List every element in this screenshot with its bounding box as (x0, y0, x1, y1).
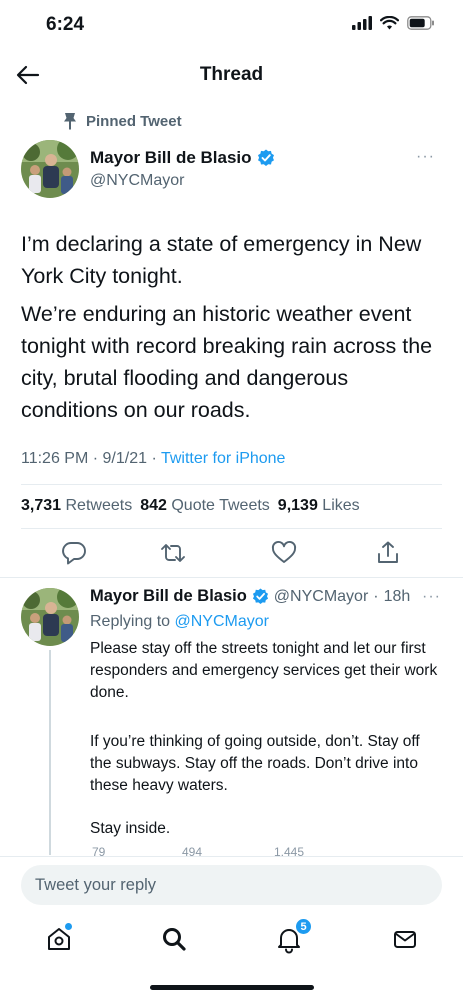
author-name[interactable]: Mayor Bill de Blasio (90, 587, 247, 606)
verified-badge-icon (257, 149, 274, 166)
tweet-stats: 3,731 Retweets 842 Quote Tweets 9,139 Li… (21, 497, 360, 515)
tweet-time[interactable]: 11:26 PM (21, 450, 88, 467)
like-count[interactable]: 1,445 (274, 846, 304, 856)
nav-bar: Thread (0, 52, 463, 98)
retweet-icon[interactable] (160, 540, 186, 566)
status-time: 6:24 (46, 14, 85, 35)
wifi-icon (380, 16, 399, 30)
avatar-photo (21, 140, 79, 198)
page-title: Thread (199, 64, 264, 85)
tab-home[interactable] (44, 923, 74, 954)
divider (21, 484, 442, 485)
reply-author[interactable]: Mayor Bill de Blasio @NYCMayor · 18h (90, 587, 417, 606)
author-handle[interactable]: @NYCMayor (90, 172, 275, 190)
retweet-count[interactable]: 494 (182, 846, 202, 856)
home-indicator (150, 985, 314, 990)
tweet-date[interactable]: 9/1/21 (103, 450, 147, 467)
reply-text-paragraph: If you’re thinking of going outside, don… (90, 733, 420, 794)
reply-text-paragraph: Stay inside. (90, 820, 171, 837)
tweet-text-paragraph: We’re enduring an historic weather event… (21, 302, 433, 422)
reply-count[interactable]: 79 (92, 846, 105, 856)
tweet-actions (0, 540, 463, 566)
tweet-meta: 11:26 PM · 9/1/21 · Twitter for iPhone (21, 450, 286, 467)
tweet-age: 18h (383, 587, 411, 605)
reply-composer: Tweet your reply (0, 856, 463, 914)
signal-icon (352, 16, 372, 30)
unread-dot (65, 923, 72, 930)
tab-search[interactable] (159, 924, 189, 954)
status-bar: 6:24 (0, 0, 463, 50)
author-handle[interactable]: @NYCMayor (274, 588, 368, 606)
quote-tweets-stat[interactable]: 842 Quote Tweets (140, 497, 270, 515)
like-icon[interactable] (271, 540, 297, 566)
thread-connector-line (49, 650, 51, 855)
pinned-label: Pinned Tweet (86, 112, 182, 130)
search-icon (163, 928, 186, 951)
pinned-indicator: Pinned Tweet (62, 110, 182, 132)
status-icons (352, 16, 435, 30)
author-name[interactable]: Mayor Bill de Blasio (90, 148, 252, 168)
replying-to: Replying to @NYCMayor (90, 613, 269, 630)
more-options-icon[interactable]: ··· (416, 148, 435, 166)
replying-to-handle[interactable]: @NYCMayor (175, 613, 269, 630)
tweet-source-link[interactable]: Twitter for iPhone (161, 450, 286, 467)
reply-icon[interactable] (61, 540, 87, 566)
notification-badge: 5 (295, 918, 312, 935)
retweets-stat[interactable]: 3,731 Retweets (21, 497, 132, 515)
more-options-icon[interactable]: ··· (422, 588, 441, 606)
reply-text-paragraph: Please stay off the streets tonight and … (90, 640, 438, 701)
avatar[interactable] (21, 140, 79, 198)
likes-stat[interactable]: 9,139 Likes (278, 497, 360, 515)
share-icon[interactable] (375, 540, 401, 566)
reply-input[interactable]: Tweet your reply (21, 865, 442, 905)
tweet-text-paragraph: I’m declaring a state of emergency in Ne… (21, 232, 422, 288)
mail-icon (394, 931, 416, 948)
verified-badge-icon (252, 588, 268, 605)
divider (21, 528, 442, 529)
reply-actions: 79 494 1,445 (90, 846, 420, 856)
bottom-tab-bar: 5 (0, 914, 463, 970)
tab-notifications[interactable]: 5 (274, 918, 312, 954)
avatar[interactable] (21, 588, 79, 646)
battery-icon (407, 16, 434, 30)
divider (0, 577, 463, 578)
tab-messages[interactable] (390, 924, 420, 954)
avatar-photo (21, 588, 79, 646)
tweet-author[interactable]: Mayor Bill de Blasio @NYCMayor (90, 148, 275, 190)
pin-icon (64, 113, 76, 130)
